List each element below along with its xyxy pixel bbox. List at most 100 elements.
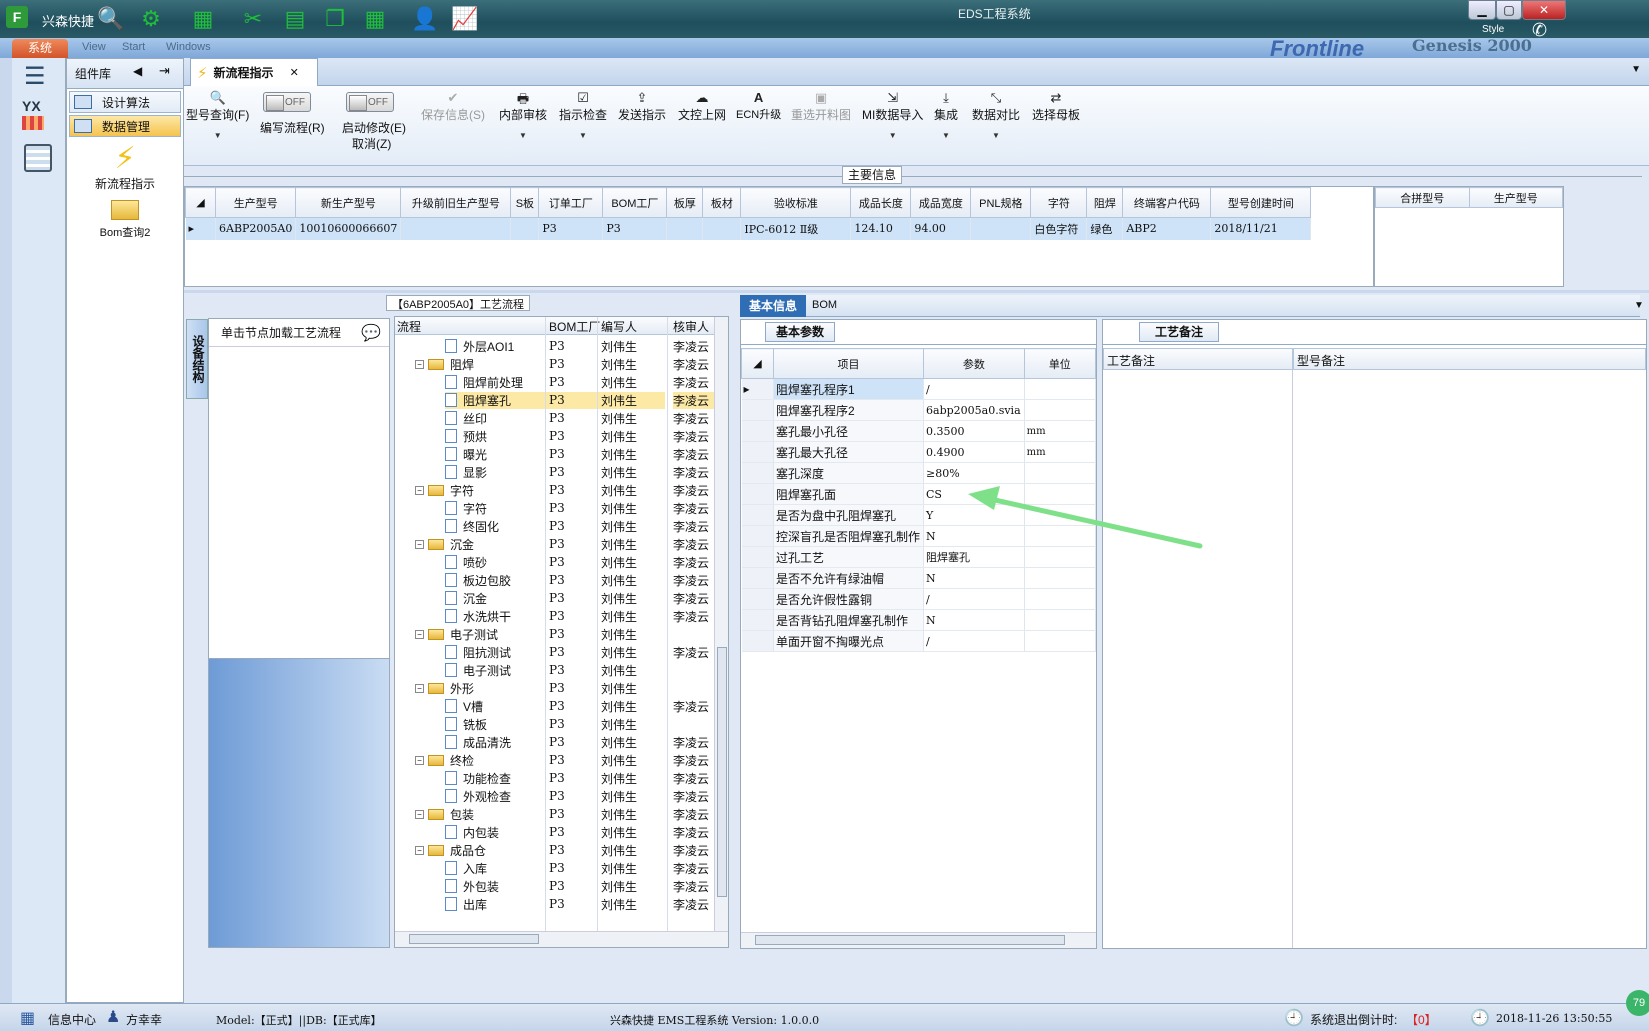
select-master-button[interactable]: ⇄ 选择母板 <box>1032 90 1080 123</box>
load-flow-hint-row[interactable]: 单击节点加载工艺流程 💬 <box>209 319 389 347</box>
param-value[interactable]: / <box>923 378 1025 400</box>
main-cell[interactable] <box>702 217 742 240</box>
grid-icon[interactable]: ▦ <box>190 6 216 32</box>
info-center-label[interactable]: 信息中心 <box>48 1011 96 1028</box>
notification-badge[interactable]: 79 <box>1626 990 1649 1016</box>
collapse-left-icon[interactable]: ◀ <box>133 64 142 78</box>
send-indicator-button[interactable]: ⇪ 发送指示 <box>618 90 666 123</box>
model-notes-textarea[interactable] <box>1293 370 1646 948</box>
collapse-toggle-icon[interactable]: − <box>415 683 424 693</box>
collapse-toggle-icon[interactable]: − <box>415 539 424 549</box>
table-row[interactable]: 是否背钻孔阻焊塞孔制作 N <box>741 609 1097 631</box>
panel-dropdown-icon[interactable]: ▼ <box>1634 300 1644 311</box>
minimize-button[interactable]: ▁ <box>1468 0 1496 20</box>
dropdown-arrow-icon[interactable]: ▼ <box>992 131 1000 140</box>
indicator-check-button[interactable]: ☑ 指示检查 ▼ <box>559 90 607 140</box>
dropdown-arrow-icon[interactable]: ▼ <box>519 131 527 140</box>
dropdown-arrow-icon[interactable]: ▼ <box>889 131 897 140</box>
menu-view[interactable]: View <box>82 41 106 53</box>
collapse-toggle-icon[interactable]: − <box>415 845 424 855</box>
collapse-toggle-icon[interactable]: − <box>415 359 424 369</box>
main-cell[interactable] <box>510 217 540 240</box>
row-selector-icon[interactable] <box>741 546 774 568</box>
write-flow-toggle[interactable]: OFF <box>263 92 311 112</box>
tab-new-flow-indicator[interactable]: ⚡ 新流程指示 ✕ <box>190 58 318 86</box>
main-cell[interactable]: 白色字符 <box>1030 217 1088 240</box>
save-info-button[interactable]: ✔ 保存信息(S) <box>421 90 485 123</box>
component-design-algorithm[interactable]: 设计算法 <box>69 91 181 113</box>
menu-windows[interactable]: Windows <box>166 41 211 53</box>
main-cell[interactable]: P3 <box>538 217 604 240</box>
system-menu-button[interactable]: 系统 <box>12 39 68 58</box>
table-row[interactable]: ▸ 6ABP2005A0 10010600066607 P3 P3 IPC-6012 Ⅱ级… <box>185 217 1312 240</box>
param-value[interactable]: N <box>923 609 1025 631</box>
row-selector-icon[interactable] <box>741 525 774 547</box>
internal-review-button[interactable]: 🖶 内部审核 ▼ <box>499 90 547 140</box>
tab-basic-params[interactable]: 基本参数 <box>765 322 835 342</box>
ecn-upgrade-button[interactable]: A ECN升级 <box>736 90 781 122</box>
tab-bom[interactable]: BOM <box>812 299 837 311</box>
equipment-structure-tab[interactable]: 设备结构 <box>186 319 208 399</box>
new-flow-indicator-item[interactable]: ⚡ 新流程指示 <box>67 143 183 192</box>
table-row[interactable]: 是否允许假性露铜 / <box>741 588 1097 610</box>
user-icon[interactable]: 👤 <box>411 6 438 32</box>
dropdown-arrow-icon[interactable]: ▼ <box>942 131 950 140</box>
collapse-toggle-icon[interactable]: − <box>415 485 424 495</box>
close-tab-icon[interactable]: ✕ <box>290 66 299 79</box>
main-cell[interactable]: 94.00 <box>910 217 972 240</box>
calculator-icon[interactable] <box>24 144 52 172</box>
table-row[interactable]: ▸ 阻焊塞孔程序1/ <box>741 378 1097 400</box>
main-cell[interactable] <box>970 217 1032 240</box>
param-value[interactable]: N <box>923 567 1025 589</box>
maximize-button[interactable]: ▢ <box>1496 0 1522 20</box>
yx-logo-icon[interactable]: YX <box>22 98 56 134</box>
search-icon[interactable]: 🔍 <box>97 6 124 32</box>
table-icon[interactable]: ▦ <box>362 6 388 32</box>
table-row[interactable]: 阻焊塞孔程序2 6abp2005a0.svia <box>741 399 1097 421</box>
style-label[interactable]: Style <box>1482 24 1504 35</box>
collapse-toggle-icon[interactable]: − <box>415 755 424 765</box>
param-value[interactable]: / <box>923 630 1025 652</box>
tree-vertical-scrollbar[interactable] <box>714 317 728 931</box>
row-selector-icon[interactable] <box>741 420 774 442</box>
params-horizontal-scrollbar[interactable] <box>741 932 1096 948</box>
menu-start[interactable]: Start <box>122 41 145 53</box>
param-value[interactable]: 6abp2005a0.svia <box>923 399 1025 421</box>
settings-icon[interactable]: ⚙ <box>138 6 164 32</box>
main-cell[interactable]: 124.10 <box>850 217 912 240</box>
param-value[interactable]: 0.3500 <box>923 420 1025 442</box>
param-value[interactable]: / <box>923 588 1025 610</box>
row-selector-icon[interactable] <box>741 399 774 421</box>
chart-icon[interactable]: 📈 <box>451 6 478 32</box>
main-cell[interactable]: IPC-6012 Ⅱ级 <box>740 217 852 240</box>
collapse-toggle-icon[interactable]: − <box>415 629 424 639</box>
table-row[interactable]: 塞孔最大孔径 0.4900 mm <box>741 441 1097 463</box>
row-selector-icon[interactable] <box>741 588 774 610</box>
film-icon[interactable]: ▤ <box>282 6 308 32</box>
collapse-toggle-icon[interactable]: − <box>415 809 424 819</box>
tab-dropdown-icon[interactable]: ▼ <box>1631 64 1641 75</box>
close-button[interactable]: ✕ <box>1522 0 1566 20</box>
main-cell[interactable]: 6ABP2005A0 <box>215 217 297 240</box>
row-selector-icon[interactable]: ▸ <box>741 378 774 400</box>
main-cell[interactable]: 10010600066607 <box>295 217 402 240</box>
scroll-thumb[interactable] <box>409 934 539 944</box>
reselect-chart-button[interactable]: ▣ 重选开料图 <box>791 90 851 123</box>
scissors-icon[interactable]: ✂ <box>240 6 266 32</box>
dropdown-arrow-icon[interactable]: ▼ <box>579 131 587 140</box>
table-row[interactable]: 单面开窗不掏曝光点 / <box>741 630 1097 652</box>
row-selector-icon[interactable] <box>741 462 774 484</box>
hamburger-menu-icon[interactable]: ☰ <box>24 62 46 91</box>
dropdown-arrow-icon[interactable]: ▼ <box>214 131 222 140</box>
main-cell[interactable]: P3 <box>602 217 668 240</box>
row-selector-icon[interactable] <box>741 630 774 652</box>
tab-process-notes[interactable]: 工艺备注 <box>1139 322 1219 342</box>
data-compare-button[interactable]: ⤡ 数据对比 ▼ <box>972 90 1020 140</box>
main-cell[interactable] <box>666 217 704 240</box>
scroll-thumb[interactable] <box>755 935 1065 945</box>
table-row[interactable]: 塞孔最小孔径 0.3500 mm <box>741 420 1097 442</box>
main-cell[interactable]: 2018/11/21 <box>1210 217 1312 240</box>
cancel-label[interactable]: 取消(Z) <box>352 135 391 152</box>
process-notes-textarea[interactable] <box>1103 370 1293 948</box>
main-cell[interactable]: 绿色 <box>1086 217 1124 240</box>
